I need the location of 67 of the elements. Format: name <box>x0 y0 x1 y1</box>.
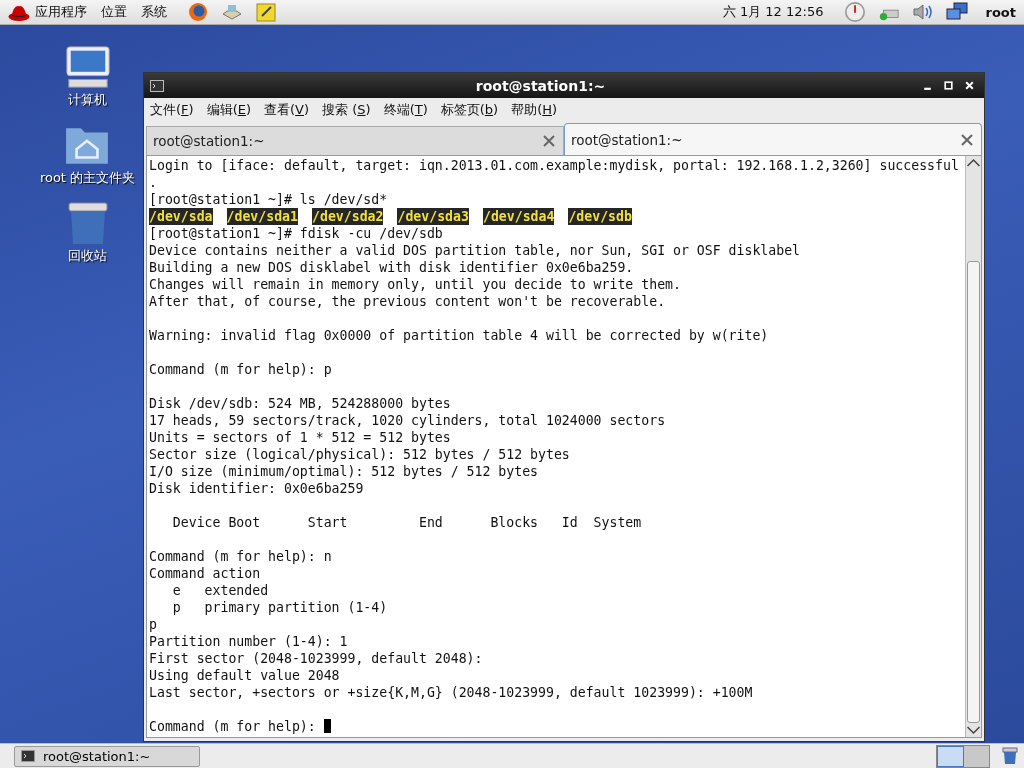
device-name: /dev/sda3 <box>397 208 469 225</box>
terminal-line: Warning: invalid flag 0x0000 of partition table 4 will be corrected by w(rite) <box>149 327 770 344</box>
globe-icon[interactable] <box>187 2 209 22</box>
panel-menu[interactable]: 系统 <box>141 3 167 21</box>
volume-icon[interactable] <box>911 2 934 22</box>
desktop-icon-label[interactable]: 计算机 <box>68 91 107 109</box>
terminal-line: Command (m for help): n <box>149 548 333 565</box>
terminal-line: Disk identifier: 0x0e6ba259 <box>149 480 365 497</box>
terminal-line: Command (m for help): p <box>149 361 333 378</box>
text-cursor <box>323 719 331 733</box>
terminal-line: I/O size (minimum/optimal): 512 bytes / 512 bytes <box>149 463 540 480</box>
menu-item[interactable]: 文件(F) <box>150 101 194 119</box>
terminal-line: Command action <box>149 565 262 582</box>
terminal-line: 17 heads, 59 sectors/track, 1020 cylinders, total 1024000 sectors <box>149 412 667 429</box>
scroll-thumb[interactable] <box>967 261 980 723</box>
menu-item[interactable]: 帮助(H) <box>511 101 558 119</box>
envelope-icon[interactable] <box>221 2 243 22</box>
terminal-line: Command (m for help): <box>149 719 317 734</box>
menu-item[interactable]: 搜索 (S) <box>322 101 371 119</box>
menu-item[interactable]: 查看(V) <box>264 101 310 119</box>
terminal-line: Sector size (logical/physical): 512 bytes / 512 bytes <box>149 446 571 463</box>
terminal-line: Changes will remain in memory only, until you decide to write them. <box>149 276 682 293</box>
desktop-icon-label[interactable]: 回收站 <box>68 247 107 265</box>
terminal-line: Device Boot Start End Blocks Id System <box>171 514 643 531</box>
terminal-line: Device contains neither a valid DOS partition table, nor Sun, SGI or OSF disklabel <box>149 242 802 259</box>
user-name[interactable]: root <box>985 4 1016 20</box>
terminal-line: [root@station1 ~]# ls /dev/sd* <box>149 191 389 208</box>
scrollbar[interactable] <box>965 156 981 737</box>
terminal-line: . <box>149 174 158 191</box>
terminal-line: Login to [iface: default, target: iqn.2013.01.com.example:mydisk, portal: 192.168.1.2,3260] successful <box>149 157 960 174</box>
panel-menu[interactable]: 应用程序 <box>35 3 87 21</box>
terminal-line: First sector (2048-1023999, default 2048): <box>149 650 484 667</box>
device-name: /dev/sda1 <box>226 208 298 225</box>
terminal-line: e extended <box>171 582 270 599</box>
notepad-icon[interactable] <box>255 2 277 22</box>
terminal-icon <box>21 750 35 762</box>
terminal-line: Units = sectors of 1 * 512 = 512 bytes <box>149 429 452 446</box>
tab[interactable]: root@station1:~ <box>146 126 564 155</box>
panel-menu[interactable]: 位置 <box>101 3 127 21</box>
terminal-line: p <box>149 616 158 633</box>
terminal-icon <box>150 79 164 92</box>
monitor-icon[interactable] <box>945 2 968 22</box>
menu-item[interactable]: 编辑(E) <box>206 101 251 119</box>
terminal-line: [root@station1 ~]# fdisk -cu /dev/sdb <box>149 225 444 242</box>
terminal-line: Last sector, +sectors or +size{K,M,G} (2048-1023999, default 1023999): +100M <box>149 684 754 701</box>
trash-icon[interactable] <box>1002 747 1018 765</box>
menu-item[interactable]: 终端(T) <box>383 101 428 119</box>
terminal-line: Using default value 2048 <box>149 667 341 684</box>
device-name: /dev/sda <box>149 208 213 225</box>
terminal-line: Disk /dev/sdb: 524 MB, 524288000 bytes <box>149 395 452 412</box>
tab[interactable]: root@station1:~ <box>564 123 982 155</box>
terminal-line: Building a new DOS disklabel with disk identifier 0x0e6ba259. <box>149 259 635 276</box>
workspace-switcher[interactable] <box>936 744 990 768</box>
terminal-line: After that, of course, the previous content won't be recoverable. <box>149 293 667 310</box>
terminal-line: p primary partition (1-4) <box>171 599 389 616</box>
device-name: /dev/sdb <box>568 208 632 225</box>
desktop-icon-label[interactable]: root 的主文件夹 <box>39 169 136 187</box>
gauge-icon[interactable] <box>843 2 866 22</box>
terminal-line: Partition number (1-4): 1 <box>149 633 349 650</box>
maximize-icon[interactable] <box>943 80 954 91</box>
device-name: /dev/sda2 <box>312 208 384 225</box>
taskbar-button[interactable]: root@station1:~ <box>14 745 200 767</box>
device-name: /dev/sda4 <box>482 208 555 225</box>
window-title: root@station1:~ <box>474 77 607 94</box>
computer-icon[interactable] <box>64 45 111 89</box>
menu-item[interactable]: 标签页(b) <box>440 101 499 119</box>
clock[interactable]: 六 1月 12 12:56 <box>722 3 824 21</box>
